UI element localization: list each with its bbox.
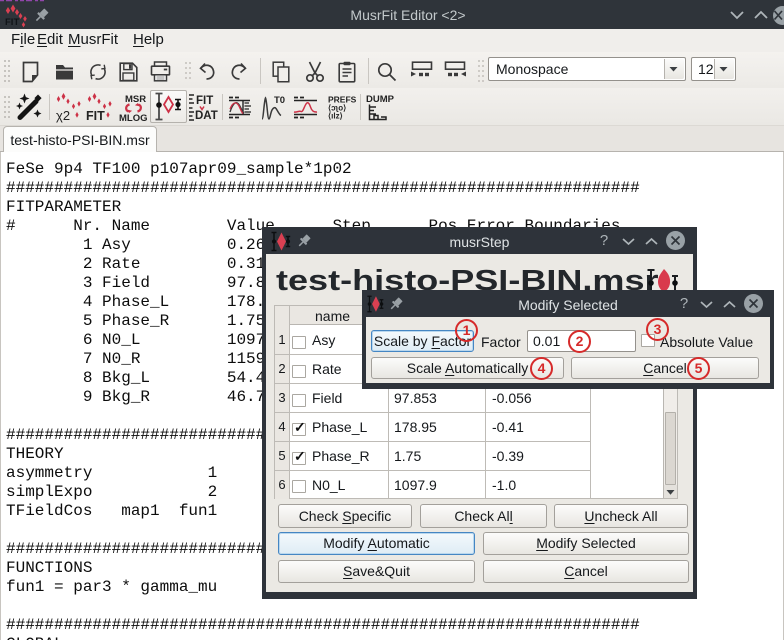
svg-text:DAT: DAT (195, 110, 218, 122)
svg-text:χ2: χ2 (56, 108, 70, 123)
svg-text:MSR: MSR (125, 94, 146, 105)
svg-text:⟨ılz⟩: ⟨ılz⟩ (328, 112, 343, 121)
svg-text:MLOG: MLOG (119, 113, 148, 122)
svg-text:DUMP: DUMP (366, 94, 395, 105)
svg-text:FIT: FIT (196, 95, 213, 107)
svg-text:FIT: FIT (86, 109, 105, 123)
svg-text:T0: T0 (274, 95, 285, 106)
